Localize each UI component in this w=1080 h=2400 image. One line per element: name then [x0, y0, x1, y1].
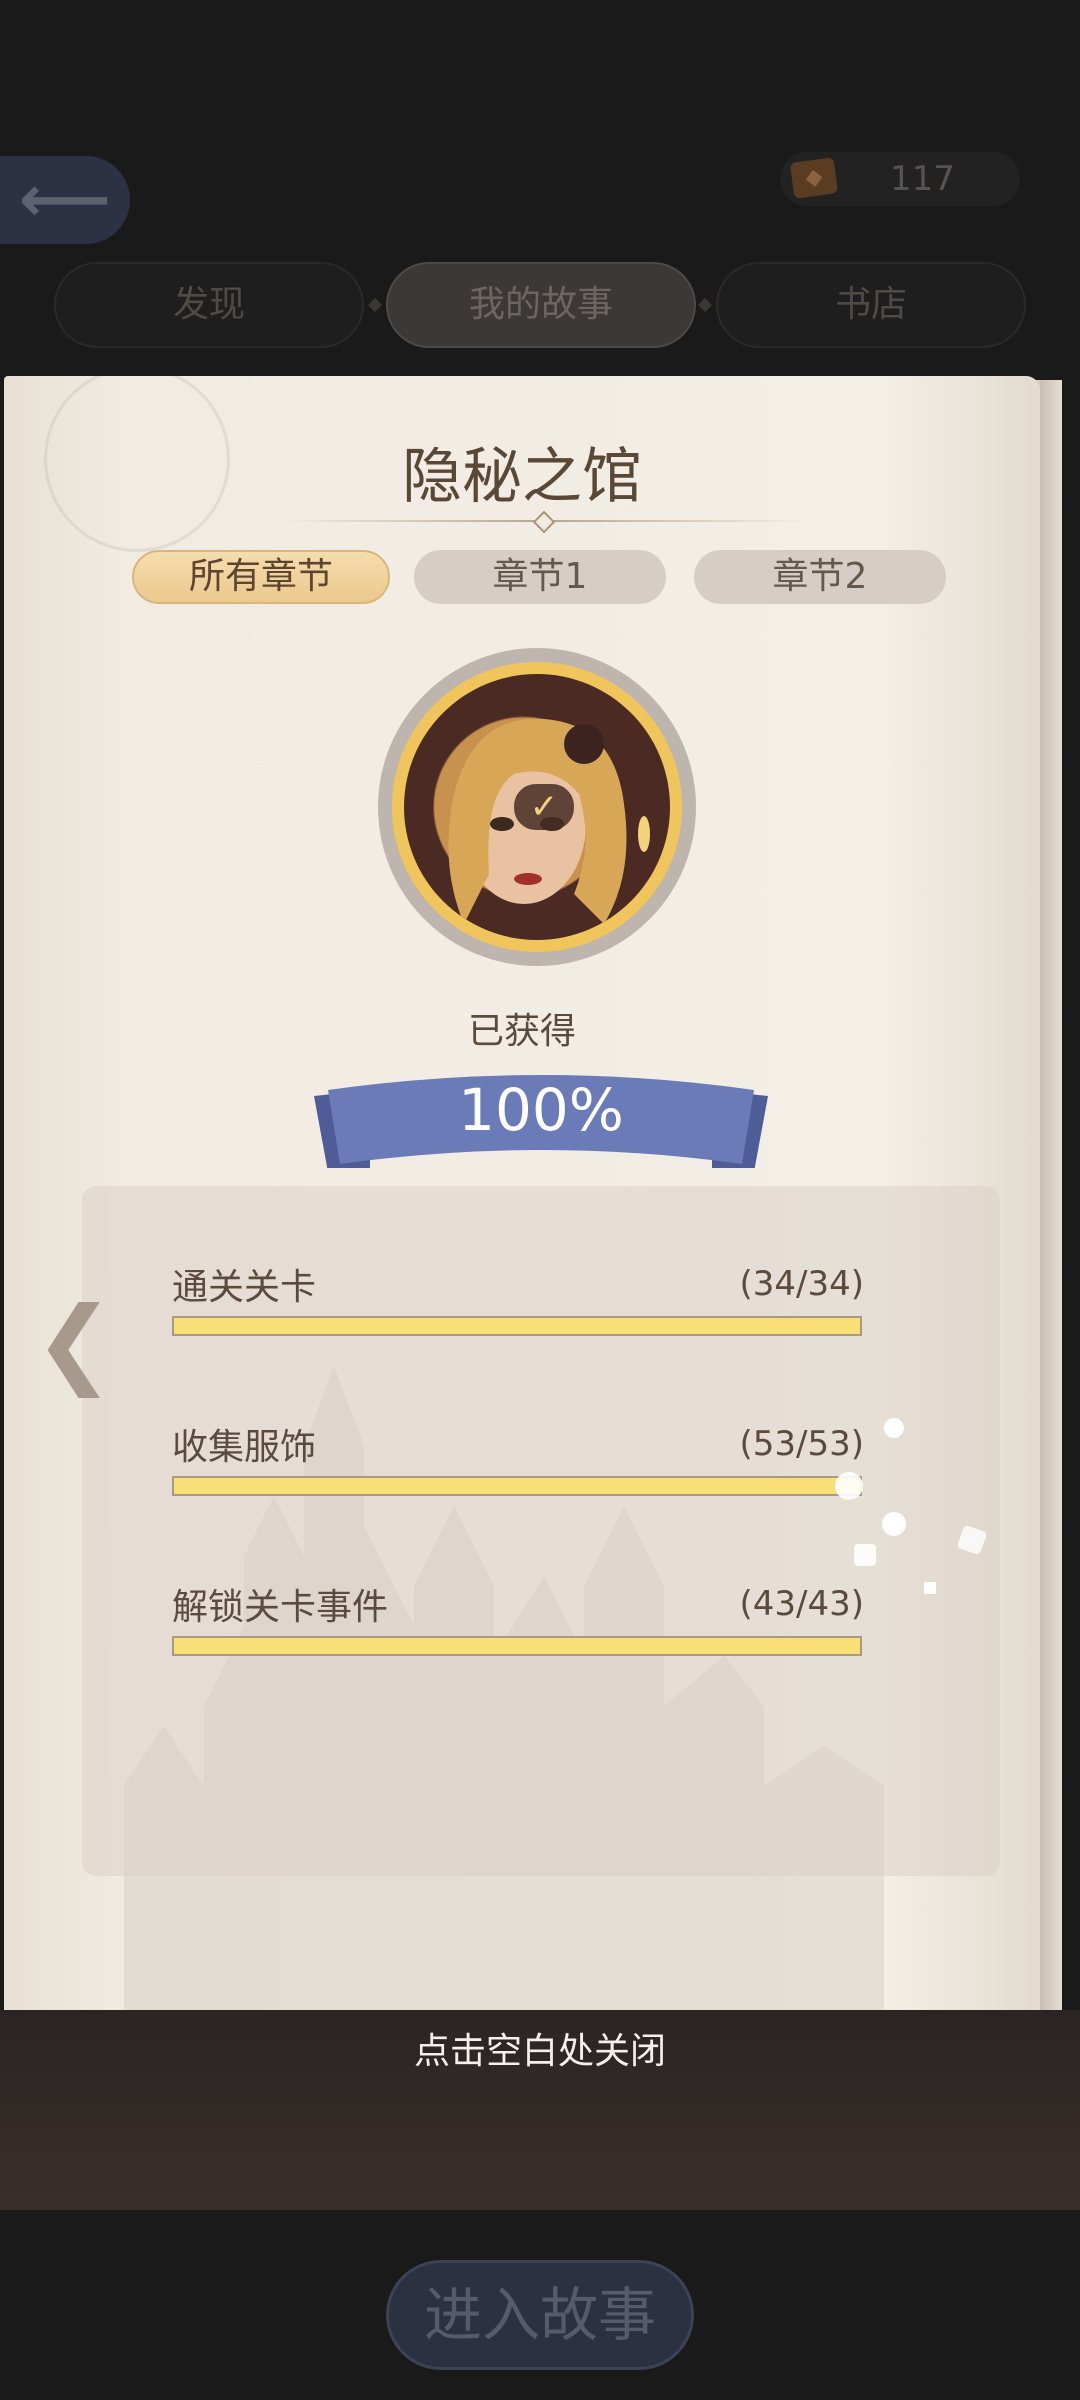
- back-arrow-icon: ⟵: [19, 163, 111, 237]
- stat-label: 通关关卡: [172, 1267, 317, 1308]
- chapter-tab-all[interactable]: 所有章节: [132, 550, 390, 604]
- obtained-label: 已获得: [467, 1011, 576, 1052]
- currency-value: 117: [890, 159, 955, 199]
- tab-bookstore[interactable]: 书店: [716, 262, 1026, 348]
- tab-my-stories[interactable]: 我的故事: [386, 262, 696, 348]
- stat-progress-bar: [172, 1316, 862, 1336]
- book-page-edge: [1040, 380, 1062, 2010]
- ticket-icon: ◆: [789, 157, 839, 199]
- stat-progress-bar: [172, 1636, 862, 1656]
- avatar-gold-border: ✓: [392, 662, 682, 952]
- currency-display: ◆ 117: [780, 152, 1020, 206]
- stat-label: 收集服饰: [172, 1427, 317, 1468]
- main-tabs: 发现 我的故事 书店: [0, 262, 1080, 348]
- chapter-tab-2[interactable]: 章节2: [694, 550, 946, 604]
- stat-count: (34/34): [739, 1264, 864, 1304]
- character-avatar-frame: ✓: [378, 648, 696, 966]
- tab-discover[interactable]: 发现: [54, 262, 364, 348]
- stat-progress-bar: [172, 1476, 862, 1496]
- progress-ribbon: 100%: [314, 1060, 768, 1168]
- stat-progress-fill: [174, 1478, 860, 1494]
- chevron-left-icon[interactable]: ❮: [34, 1286, 114, 1398]
- close-hint: 点击空白处关闭: [413, 2031, 666, 2072]
- story-detail-page: 隐秘之馆 所有章节 章节1 章节2 ✓ 已获得 100% 通关关卡 (34/34…: [4, 376, 1040, 2014]
- chapter-tab-1[interactable]: 章节1: [414, 550, 666, 604]
- enter-story-button[interactable]: 进入故事: [386, 2260, 694, 2370]
- check-icon: ✓: [514, 784, 574, 830]
- completion-percent: 100%: [458, 1076, 624, 1144]
- back-button[interactable]: ⟵: [0, 156, 130, 244]
- tab-separator: [367, 297, 383, 313]
- character-portrait: ✓: [404, 674, 670, 940]
- stat-progress-fill: [174, 1318, 860, 1334]
- tab-separator: [697, 297, 713, 313]
- stat-progress-fill: [174, 1638, 860, 1654]
- sparkle-decoration: [835, 1418, 987, 1594]
- story-title: 隐秘之馆: [402, 442, 642, 512]
- stat-label: 解锁关卡事件: [172, 1587, 389, 1628]
